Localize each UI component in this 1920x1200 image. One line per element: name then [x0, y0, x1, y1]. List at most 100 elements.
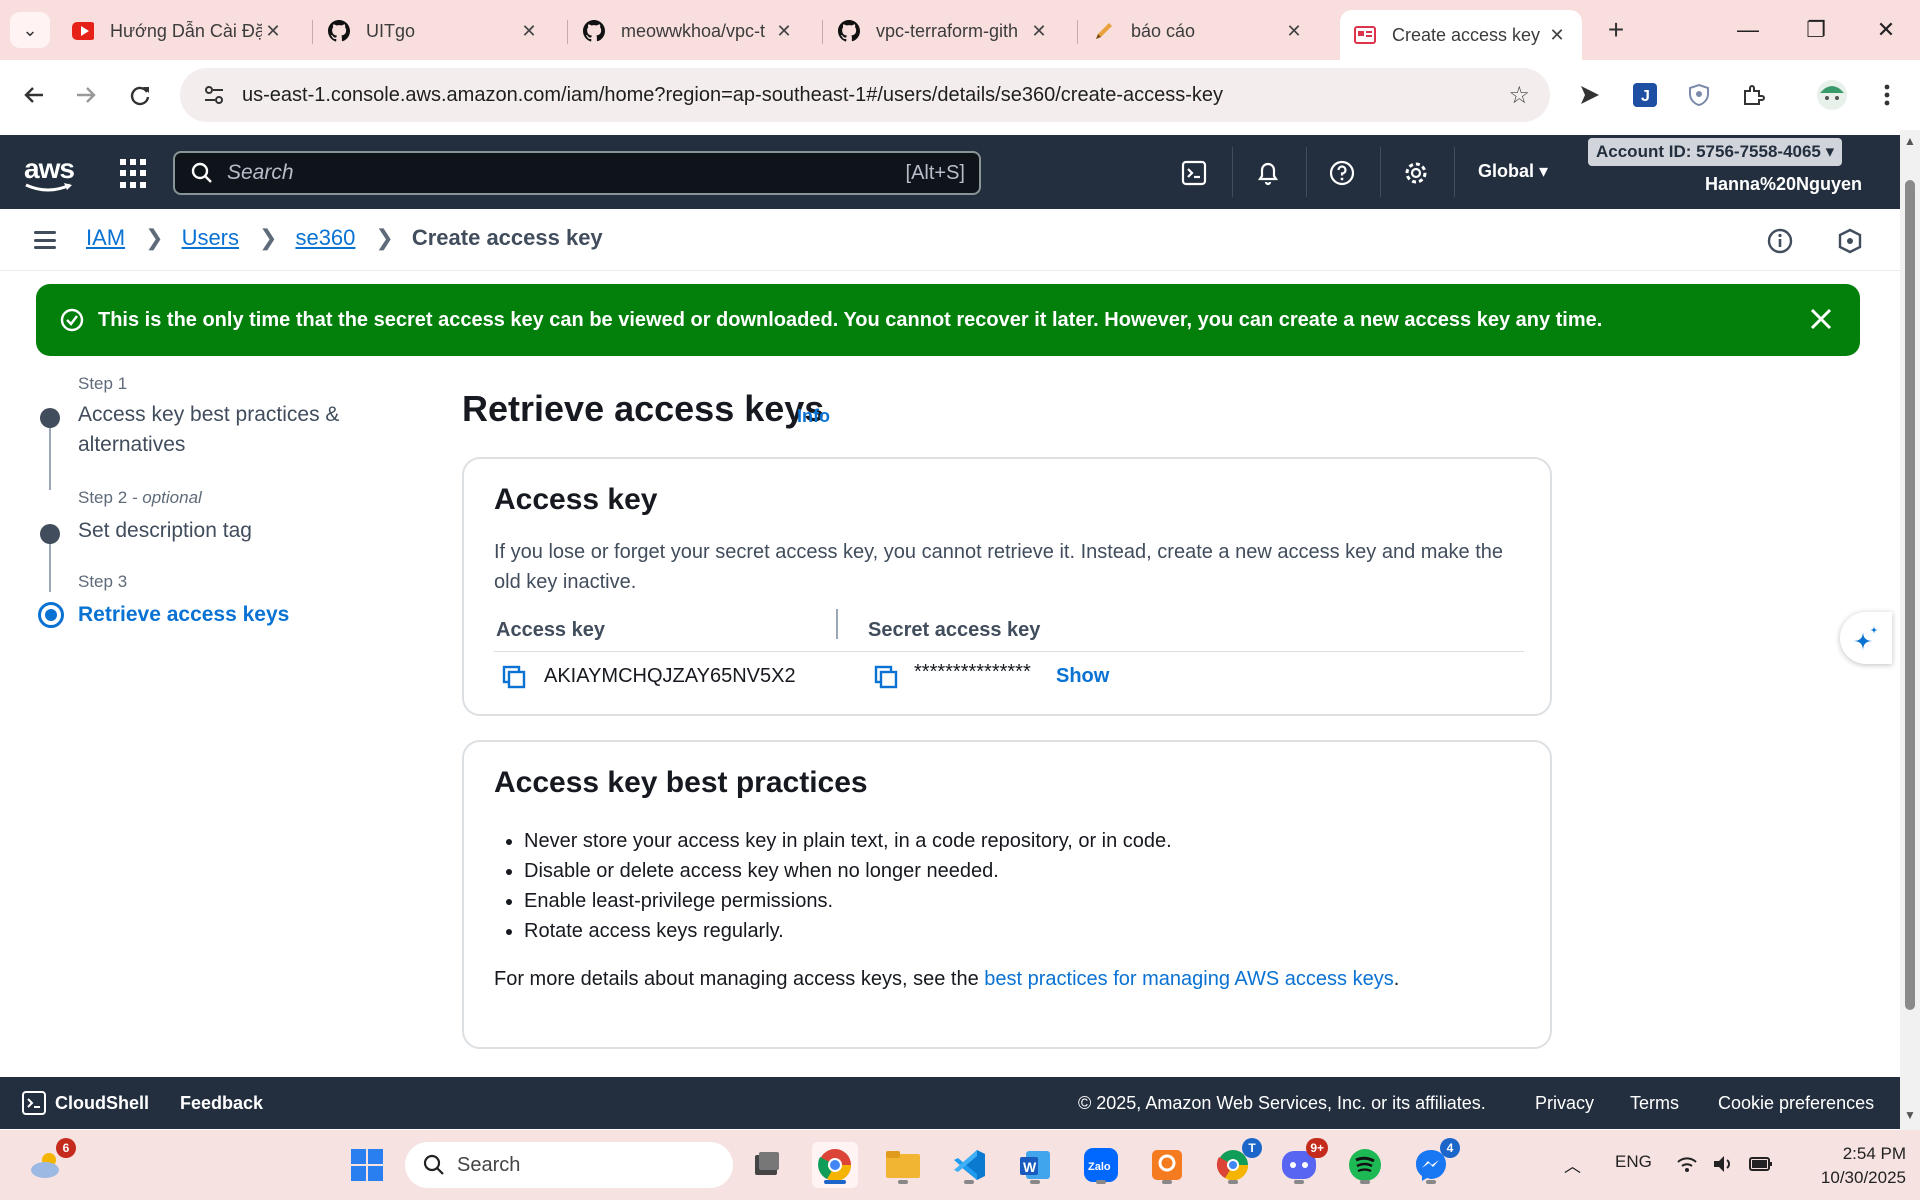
extension-j-icon[interactable]: J: [1628, 78, 1662, 112]
zalo-icon[interactable]: Zalo: [1078, 1142, 1124, 1188]
site-settings-icon[interactable]: [194, 84, 234, 106]
close-icon[interactable]: ✕: [518, 21, 540, 42]
aws-search-input[interactable]: Search [Alt+S]: [173, 151, 981, 195]
region-selector[interactable]: Global ▾: [1478, 161, 1548, 182]
address-bar[interactable]: us-east-1.console.aws.amazon.com/iam/hom…: [180, 68, 1550, 122]
close-icon[interactable]: ✕: [773, 21, 795, 42]
taskbar-search-box[interactable]: Search: [405, 1142, 733, 1188]
github-icon: [838, 20, 860, 42]
best-practices-list: Never store your access key in plain tex…: [524, 826, 1172, 946]
pdf-app-icon[interactable]: [1144, 1142, 1190, 1188]
arrow-right-icon: [77, 87, 96, 103]
services-grid-icon[interactable]: [120, 159, 150, 189]
wifi-icon[interactable]: [1676, 1154, 1698, 1174]
aws-footer: CloudShell Feedback © 2025, Amazon Web S…: [0, 1077, 1900, 1129]
feedback-button[interactable]: Feedback: [180, 1093, 263, 1114]
chrome-menu-icon[interactable]: [1870, 78, 1904, 112]
windows-start-icon[interactable]: [344, 1142, 390, 1188]
windows-taskbar: 6 Search W Zalo T 9+ 4 ︿ ENG 2:54 PM 10/…: [0, 1130, 1920, 1200]
page-title: Retrieve access keys: [462, 388, 825, 429]
close-window-button[interactable]: ✕: [1866, 12, 1906, 48]
weather-widget-icon[interactable]: 6: [24, 1138, 76, 1188]
card-title: Access key: [494, 483, 658, 516]
close-icon[interactable]: [1808, 306, 1834, 332]
tab-search-button[interactable]: ⌄: [10, 12, 50, 48]
help-icon[interactable]: [1326, 157, 1358, 189]
browser-tab[interactable]: báo cáo ✕: [1079, 10, 1319, 52]
terms-link[interactable]: Terms: [1630, 1093, 1679, 1114]
assistant-sparkle-button[interactable]: [1840, 612, 1892, 664]
show-hidden-icons-chevron-icon[interactable]: ︿: [1564, 1152, 1581, 1177]
copy-icon[interactable]: [874, 665, 898, 689]
scroll-up-arrow-icon[interactable]: ▲: [1904, 134, 1916, 148]
bell-icon[interactable]: [1252, 157, 1284, 189]
spotify-icon[interactable]: [1342, 1142, 1388, 1188]
volume-icon[interactable]: [1712, 1154, 1734, 1174]
copy-icon[interactable]: [502, 665, 526, 689]
cloudshell-icon[interactable]: [1178, 157, 1210, 189]
hamburger-menu-icon[interactable]: [34, 231, 56, 249]
bookmark-star-icon[interactable]: ☆: [1508, 81, 1530, 110]
browser-tab-strip: ⌄ Hướng Dẫn Cài Đặ ✕ UITgo ✕ meowwkhoa/v…: [0, 0, 1920, 60]
url-text: us-east-1.console.aws.amazon.com/iam/hom…: [242, 83, 1224, 106]
profile-avatar-icon[interactable]: [1815, 78, 1849, 112]
list-item: Enable least-privilege permissions.: [524, 886, 1172, 916]
battery-icon[interactable]: [1748, 1154, 1774, 1174]
new-tab-button[interactable]: +: [1598, 12, 1634, 48]
messenger-icon[interactable]: 4: [1408, 1138, 1460, 1188]
privacy-link[interactable]: Privacy: [1535, 1093, 1594, 1114]
vscode-icon[interactable]: [946, 1142, 992, 1188]
restore-button[interactable]: ❐: [1796, 12, 1836, 48]
scroll-down-arrow-icon[interactable]: ▼: [1904, 1108, 1916, 1122]
page-scrollbar[interactable]: ▲ ▼: [1900, 130, 1920, 1130]
search-shortcut-hint: [Alt+S]: [905, 161, 965, 184]
breadcrumb-users[interactable]: Users: [182, 225, 239, 251]
chrome-profile-taskbar-icon[interactable]: T: [1210, 1138, 1262, 1188]
taskbar-clock[interactable]: 2:54 PM 10/30/2025: [1786, 1142, 1906, 1190]
security-hex-icon[interactable]: [1836, 227, 1864, 255]
close-icon[interactable]: ✕: [1028, 21, 1050, 42]
forward-button[interactable]: [66, 75, 106, 115]
close-icon[interactable]: ✕: [1546, 25, 1568, 46]
task-view-icon[interactable]: [744, 1142, 790, 1188]
github-icon: [583, 20, 605, 42]
browser-tab[interactable]: UITgo ✕: [314, 10, 554, 52]
breadcrumb: IAM ❯ Users ❯ se360 ❯ Create access key: [86, 225, 603, 251]
back-button[interactable]: [14, 75, 54, 115]
browser-tab[interactable]: Hướng Dẫn Cài Đặ ✕: [58, 10, 298, 52]
aws-logo[interactable]: aws: [24, 153, 75, 192]
browser-toolbar: us-east-1.console.aws.amazon.com/iam/hom…: [0, 60, 1920, 130]
show-secret-button[interactable]: Show: [1056, 665, 1109, 688]
word-icon[interactable]: W: [1012, 1142, 1058, 1188]
best-practices-link[interactable]: best practices for managing AWS access k…: [984, 968, 1393, 990]
info-link[interactable]: Info: [797, 406, 830, 427]
discord-icon[interactable]: 9+: [1276, 1138, 1328, 1188]
card-title: Access key best practices: [494, 766, 868, 799]
shield-extension-icon[interactable]: [1682, 78, 1716, 112]
account-id-menu[interactable]: Account ID: 5756-7558-4065 ▾: [1588, 138, 1843, 166]
chrome-taskbar-icon[interactable]: [812, 1142, 858, 1188]
close-icon[interactable]: ✕: [1283, 21, 1305, 42]
send-extension-icon[interactable]: [1572, 78, 1606, 112]
file-explorer-icon[interactable]: [880, 1142, 926, 1188]
chevron-right-icon: ❯: [259, 225, 278, 250]
input-language-indicator[interactable]: ENG: [1615, 1152, 1652, 1172]
close-icon[interactable]: ✕: [262, 21, 284, 42]
user-menu[interactable]: Hanna%20Nguyen: [1705, 174, 1862, 195]
gear-icon[interactable]: [1400, 157, 1432, 189]
info-panel-icon[interactable]: [1766, 227, 1794, 255]
browser-tab[interactable]: vpc-terraform-gith ✕: [824, 10, 1064, 52]
breadcrumb-iam[interactable]: IAM: [86, 225, 125, 251]
column-header-access-key: Access key: [496, 619, 605, 641]
reload-button[interactable]: [120, 75, 160, 115]
svg-text:J: J: [1641, 88, 1650, 105]
puzzle-extensions-icon[interactable]: [1736, 78, 1770, 112]
search-icon: [191, 162, 212, 183]
browser-tab-active[interactable]: Create access key | ✕: [1340, 10, 1582, 60]
minimize-button[interactable]: —: [1728, 12, 1768, 48]
scroll-thumb[interactable]: [1905, 180, 1915, 1010]
cookie-preferences-link[interactable]: Cookie preferences: [1718, 1093, 1874, 1114]
breadcrumb-user-se360[interactable]: se360: [295, 225, 355, 251]
browser-tab[interactable]: meowwkhoa/vpc-t ✕: [569, 10, 809, 52]
cloudshell-button[interactable]: CloudShell: [55, 1093, 149, 1114]
